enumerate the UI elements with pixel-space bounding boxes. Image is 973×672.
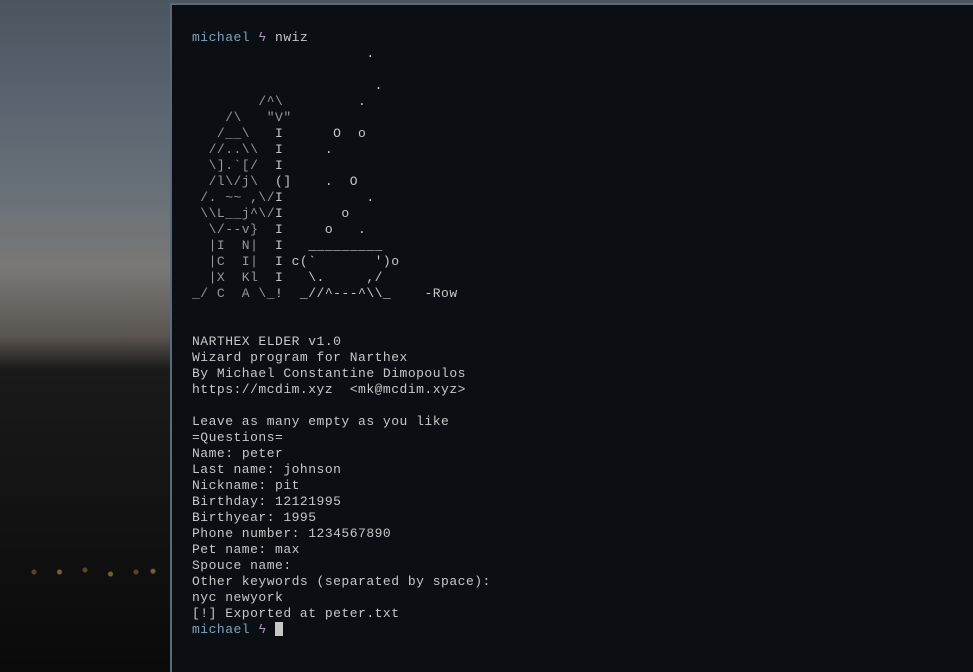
app-author: By Michael Constantine Dimopoulos (192, 366, 466, 381)
prompt-user: michael (192, 30, 250, 45)
question-keywords-value: nyc newyork (192, 590, 283, 605)
app-title: NARTHEX ELDER v1.0 (192, 334, 341, 349)
command-text: nwiz (275, 30, 308, 45)
prompt-symbol: ϟ (258, 622, 266, 637)
prompt-user: michael (192, 622, 250, 637)
question-spouse: Spouce name: (192, 558, 292, 573)
ascii-art: . . /^\ . /\ "V" /__\ I O o //..\\ I . \… (192, 46, 458, 301)
export-message: [!] Exported at peter.txt (192, 606, 400, 621)
question-lastname: Last name: johnson (192, 462, 341, 477)
terminal-window[interactable]: michael ϟ nwiz . . /^\ . /\ "V" /__\ I O… (170, 3, 973, 672)
app-url: https://mcdim.xyz <mk@mcdim.xyz> (192, 382, 466, 397)
prompt-line-1: michael ϟ nwiz (192, 30, 308, 45)
prompt-line-2[interactable]: michael ϟ (192, 622, 283, 637)
app-description: Wizard program for Narthex (192, 350, 408, 365)
terminal-content[interactable]: michael ϟ nwiz . . /^\ . /\ "V" /__\ I O… (172, 5, 973, 648)
prompt-symbol: ϟ (258, 30, 266, 45)
question-nickname: Nickname: pit (192, 478, 300, 493)
question-pet: Pet name: max (192, 542, 300, 557)
question-phone: Phone number: 1234567890 (192, 526, 391, 541)
cursor-icon (275, 622, 283, 636)
question-birthyear: Birthyear: 1995 (192, 510, 317, 525)
question-keywords-label: Other keywords (separated by space): (192, 574, 491, 589)
instructions-text: Leave as many empty as you like (192, 414, 449, 429)
questions-header: =Questions= (192, 430, 283, 445)
question-birthday: Birthday: 12121995 (192, 494, 341, 509)
question-name: Name: peter (192, 446, 283, 461)
